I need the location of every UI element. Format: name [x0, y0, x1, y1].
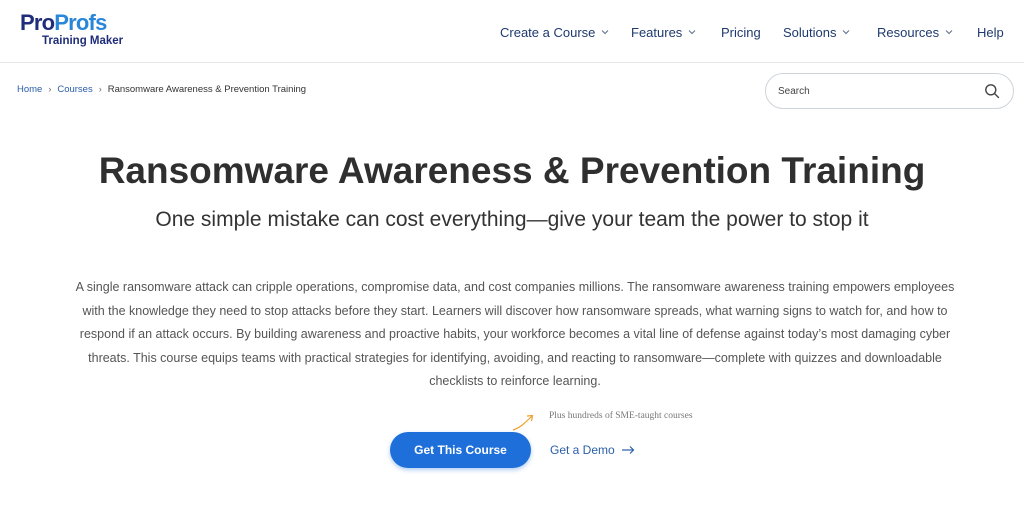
site-header: ProProfs Training Maker Create a Course … — [0, 0, 1024, 63]
chevron-down-icon — [945, 30, 953, 35]
nav-create-a-course[interactable]: Create a Course — [500, 22, 610, 42]
chevron-down-icon — [688, 30, 696, 35]
nav-pricing-label: Pricing — [721, 24, 761, 40]
get-this-course-button[interactable]: Get This Course — [390, 432, 531, 468]
get-this-course-label: Get This Course — [414, 443, 507, 457]
nav-help[interactable]: Help — [977, 22, 1004, 42]
nav-resources-label: Resources — [877, 24, 940, 40]
cta-note: Plus hundreds of SME-taught courses — [549, 411, 693, 421]
breadcrumb-courses-link[interactable]: Courses — [57, 84, 92, 95]
course-description: A single ransomware attack can cripple o… — [75, 280, 955, 388]
nav-features[interactable]: Features — [631, 22, 697, 42]
breadcrumb-current-page: Ransomware Awareness & Prevention Traini… — [107, 83, 307, 95]
get-a-demo-label: Get a Demo — [550, 443, 615, 457]
logo-subtitle: Training Maker — [42, 35, 124, 47]
arrow-right-icon — [621, 446, 635, 454]
search-icon[interactable] — [984, 83, 1000, 99]
logo-wordmark: ProProfs — [20, 10, 107, 35]
chevron-down-icon — [843, 30, 850, 35]
nav-solutions-label: Solutions — [783, 24, 837, 40]
nav-help-label: Help — [977, 24, 1004, 40]
breadcrumb-separator: › — [48, 84, 52, 94]
nav-features-label: Features — [631, 24, 683, 40]
page-title: Ransomware Awareness & Prevention Traini… — [98, 150, 926, 191]
curved-arrow-icon — [512, 414, 534, 431]
nav-pricing[interactable]: Pricing — [721, 22, 761, 42]
page-subtitle: One simple mistake can cost everything—g… — [155, 208, 869, 231]
chevron-down-icon — [601, 30, 609, 35]
breadcrumb-home-link[interactable]: Home — [17, 84, 42, 95]
proprofs-logo[interactable]: ProProfs Training Maker — [20, 11, 130, 51]
nav-solutions[interactable]: Solutions — [783, 22, 851, 42]
breadcrumb-separator: › — [98, 84, 102, 94]
search-input[interactable] — [778, 82, 978, 100]
search-box — [765, 73, 1014, 109]
nav-resources[interactable]: Resources — [877, 22, 954, 42]
get-a-demo-link[interactable]: Get a Demo — [550, 441, 635, 459]
breadcrumb: Home › Courses › Ransomware Awareness & … — [17, 82, 306, 96]
nav-create-a-course-label: Create a Course — [500, 24, 596, 40]
